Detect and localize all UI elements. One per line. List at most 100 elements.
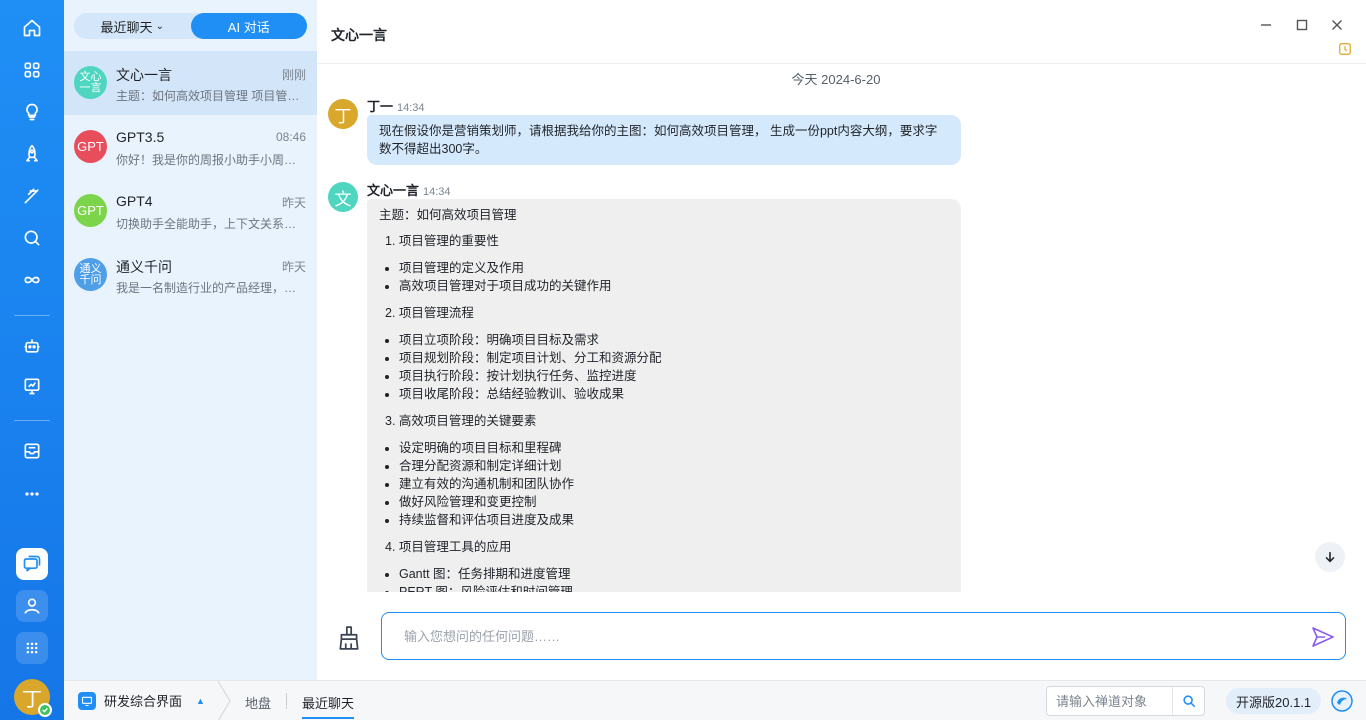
list-item: 项目管理的定义及作用	[399, 259, 949, 277]
avatar: 丁	[328, 99, 358, 129]
avatar[interactable]: 丁	[14, 679, 52, 717]
chat-header: 文心一言	[317, 0, 1366, 64]
breadcrumb-divider	[286, 693, 287, 709]
search-icon[interactable]	[16, 222, 48, 254]
conversation-preview: 主题：如何高效项目管理 项目管理的重要性	[116, 89, 306, 103]
conversation-name: 文心一言	[116, 67, 172, 83]
apps-grid-icon[interactable]	[16, 54, 48, 86]
nav-rail: 丁	[0, 0, 64, 720]
message-composer	[317, 592, 1366, 680]
more-icon[interactable]	[16, 478, 48, 510]
conversation-name: 通义千问	[116, 259, 172, 275]
maximize-icon[interactable]	[1293, 16, 1311, 34]
sender-name: 文心一言	[367, 183, 420, 198]
conversation-item[interactable]: 通义千问 通义千问 昨天 我是一名制造行业的产品经理，帮我写一份	[64, 243, 317, 307]
avatar: 文心一言	[74, 66, 107, 99]
close-icon[interactable]	[1328, 16, 1346, 34]
outline-list: 项目管理的定义及作用 高效项目管理对于项目成功的关键作用	[379, 259, 949, 295]
avatar: 文	[328, 182, 358, 212]
search-icon[interactable]	[1172, 687, 1204, 715]
conversation-item[interactable]: 文心一言 文心一言 刚刚 主题：如何高效项目管理 项目管理的重要性	[64, 51, 317, 115]
avatar-text: 通义千问	[79, 262, 102, 286]
list-item: Gantt 图：任务排期和进度管理	[399, 565, 949, 583]
home-icon[interactable]	[16, 12, 48, 44]
breadcrumb-item-recent-chats[interactable]: 最近聊天	[302, 693, 355, 719]
message-sender: 文心一言 14:34	[367, 180, 451, 199]
page-title: 文心一言	[331, 27, 387, 43]
outline-section-title: 1. 项目管理的重要性	[385, 234, 499, 248]
avatar: GPT	[74, 130, 107, 163]
pen-icon[interactable]	[16, 180, 48, 212]
conversation-item[interactable]: GPT GPT3.5 08:46 你好！我是你的周报小助手小周，有什么可以帮您	[64, 115, 317, 179]
dots-grid-icon[interactable]	[16, 632, 48, 664]
list-item: 设定明确的项目目标和里程碑	[399, 439, 949, 457]
history-clock-icon[interactable]	[1336, 40, 1354, 58]
conversation-time: 08:46	[275, 130, 306, 144]
app-name: 研发综合界面	[104, 694, 183, 709]
breadcrumb-item-dashboard[interactable]: 地盘	[245, 693, 271, 712]
message-intro: 主题：如何高效项目管理	[379, 208, 517, 222]
infinity-icon[interactable]	[16, 264, 48, 296]
ai-message-bubble: 主题：如何高效项目管理 1. 项目管理的重要性 项目管理的定义及作用 高效项目管…	[367, 199, 961, 592]
conversation-preview: 切换助手全能助手，上下文关系已清除	[116, 217, 306, 231]
lightbulb-icon[interactable]	[16, 96, 48, 128]
object-search	[1046, 686, 1205, 716]
chart-icon[interactable]	[16, 370, 48, 402]
message-time: 14:34	[397, 102, 425, 114]
conversation-time: 刚刚	[281, 68, 306, 82]
outline-section-title: 3. 高效项目管理的关键要素	[385, 414, 537, 428]
avatar-text: GPT	[77, 139, 104, 154]
avatar-char: 丁	[334, 106, 352, 126]
conversation-tabs: 最近聊天 ⌄ AI 对话	[74, 13, 307, 39]
inbox-icon[interactable]	[16, 435, 48, 467]
list-item: 项目收尾阶段：总结经验教训、验收成果	[399, 385, 949, 403]
chevron-down-icon: ⌄	[155, 20, 164, 32]
avatar-char: 文	[334, 189, 352, 209]
robot-icon[interactable]	[16, 330, 48, 362]
nav-divider	[14, 315, 50, 316]
nav-divider	[14, 420, 50, 421]
message-sender: 丁一 14:34	[367, 96, 425, 115]
minimize-icon[interactable]	[1257, 16, 1275, 34]
list-item: 项目规划阶段：制定项目计划、分工和资源分配	[399, 349, 949, 367]
conversation-name: GPT4	[116, 193, 153, 209]
tab-ai-chat[interactable]: AI 对话	[190, 13, 307, 39]
app-icon	[78, 691, 96, 710]
version-badge[interactable]: 开源版20.1.1	[1226, 688, 1322, 714]
tab-recent-label: 最近聊天	[100, 19, 153, 35]
list-item: 项目执行阶段：按计划执行任务、监控进度	[399, 367, 949, 385]
chat-input[interactable]	[381, 612, 1346, 660]
avatar: GPT	[74, 194, 107, 227]
zentao-logo-icon[interactable]	[1330, 689, 1354, 713]
clear-context-icon[interactable]	[336, 625, 362, 651]
scroll-to-bottom-button[interactable]	[1315, 542, 1345, 572]
outline-list: Gantt 图：任务排期和进度管理 PERT 图：风险评估和时间管理	[379, 565, 949, 592]
conversation-name: GPT3.5	[116, 129, 165, 145]
conversation-item[interactable]: GPT GPT4 昨天 切换助手全能助手，上下文关系已清除	[64, 179, 317, 243]
avatar-text: GPT	[77, 203, 104, 218]
list-item: 合理分配资源和制定详细计划	[399, 457, 949, 475]
object-search-input[interactable]	[1047, 687, 1173, 715]
conversation-time: 昨天	[281, 196, 306, 210]
conversation-preview: 你好！我是你的周报小助手小周，有什么可以帮您	[116, 153, 306, 167]
user-message-bubble: 现在假设你是营销策划师，请根据我给你的主图：如何高效项目管理， 生成一份ppt内…	[367, 115, 961, 165]
user-icon[interactable]	[16, 590, 48, 622]
caret-up-icon: ▲	[196, 695, 205, 706]
outline-section-title: 4. 项目管理工具的应用	[385, 540, 512, 554]
send-icon[interactable]	[1310, 625, 1336, 649]
outline-list: 设定明确的项目目标和里程碑 合理分配资源和制定详细计划 建立有效的沟通机制和团队…	[379, 439, 949, 529]
conversation-preview: 我是一名制造行业的产品经理，帮我写一份	[116, 281, 306, 295]
list-item: 高效项目管理对于项目成功的关键作用	[399, 277, 949, 295]
list-item: 做好风险管理和变更控制	[399, 493, 949, 511]
avatar: 通义千问	[74, 258, 107, 291]
outline-list: 项目立项阶段：明确项目目标及需求 项目规划阶段：制定项目计划、分工和资源分配 项…	[379, 331, 949, 403]
breadcrumb-chevron-icon	[217, 681, 231, 720]
list-item: 项目立项阶段：明确项目目标及需求	[399, 331, 949, 349]
chat-icon[interactable]	[16, 548, 48, 580]
tab-recent-chats[interactable]: 最近聊天 ⌄	[74, 13, 191, 39]
conversation-list: 最近聊天 ⌄ AI 对话 文心一言 文心一言 刚刚 主题：如何高效项目管理 项目管…	[64, 0, 317, 680]
rocket-icon[interactable]	[16, 138, 48, 170]
app-switcher[interactable]: 研发综合界面 ▲	[78, 691, 205, 710]
message-time: 14:34	[423, 186, 451, 198]
list-item: PERT 图：风险评估和时间管理	[399, 583, 949, 592]
